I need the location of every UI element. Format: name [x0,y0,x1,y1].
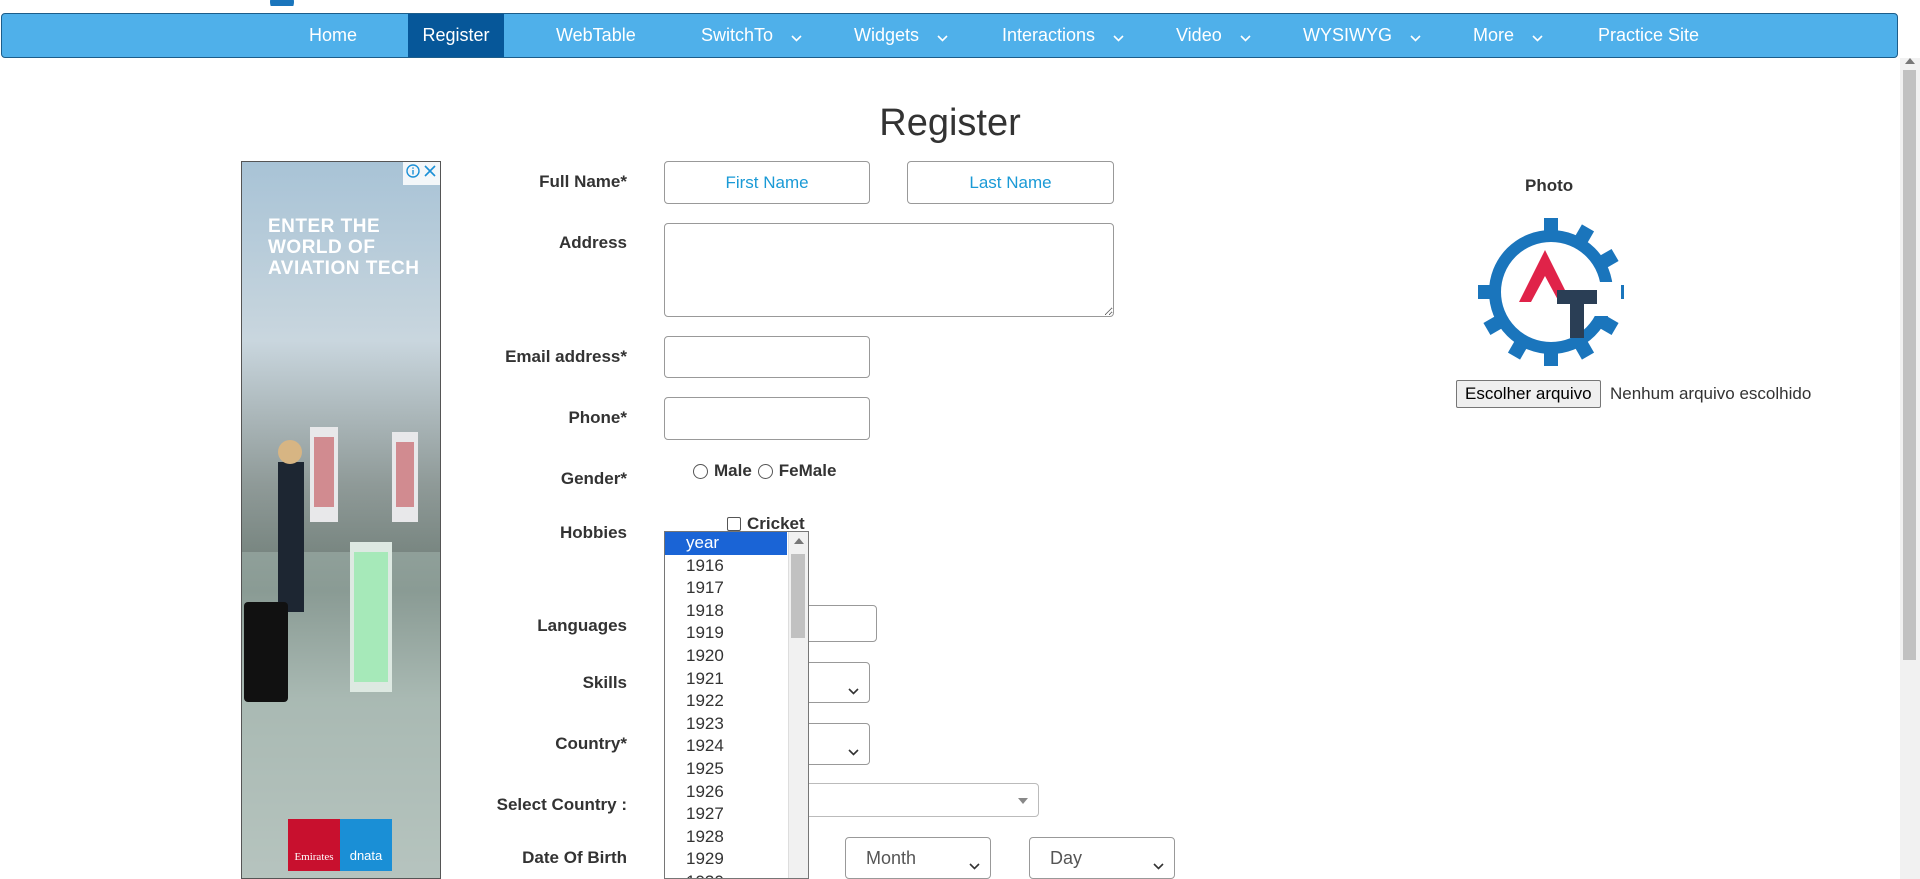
year-option[interactable]: 1917 [665,577,787,600]
nav-switchto-label: SwitchTo [701,25,774,45]
chevron-down-icon [791,15,802,58]
page-scroll-thumb[interactable] [1903,70,1916,660]
ad-scene-image [242,427,440,878]
first-name-input[interactable] [664,161,870,204]
profile-photo-logo [1478,218,1624,366]
gender-label: Gender* [560,469,627,488]
file-status-text: Nenhum arquivo escolhido [1610,384,1812,403]
year-option[interactable]: 1923 [665,713,787,736]
chevron-down-icon [1532,15,1543,58]
chevron-down-icon [848,679,859,700]
email-label: Email address* [505,347,627,366]
nav-interactions[interactable]: Interactions [1002,14,1124,57]
full-name-label: Full Name* [539,172,627,191]
chevron-down-icon [1153,854,1164,875]
site-logo-icon [266,0,298,6]
chevron-down-icon [937,15,948,58]
nav-more-label: More [1473,25,1515,45]
nav-webtable-label: WebTable [556,25,636,45]
nav-widgets[interactable]: Widgets [854,14,948,57]
country-label: Country* [555,734,627,753]
address-textarea[interactable] [664,223,1114,317]
choose-file-button[interactable]: Escolher arquivo [1456,380,1601,408]
nav-practice-site[interactable]: Practice Site [1598,14,1699,57]
year-option[interactable]: 1928 [665,826,787,849]
gender-male-label: Male [714,461,752,480]
hobby-cricket-checkbox[interactable] [727,517,741,531]
year-option[interactable]: 1925 [665,758,787,781]
nav-video-label: Video [1176,25,1222,45]
last-name-input[interactable] [907,161,1114,204]
nav-register[interactable]: Register [408,14,504,57]
phone-input[interactable] [664,397,870,440]
nav-wysiwyg-label: WYSIWYG [1303,25,1392,45]
nav-home-label: Home [309,25,358,45]
page-title: Register [879,102,1021,144]
dob-day-value: Day [1050,847,1083,868]
gender-female-radio[interactable] [757,463,773,479]
chevron-down-icon [1113,15,1124,58]
nav-home[interactable]: Home [309,14,357,57]
phone-label: Phone* [568,408,627,427]
nav-more[interactable]: More [1473,14,1543,57]
nav-switchto[interactable]: SwitchTo [701,14,802,57]
nav-widgets-label: Widgets [854,25,920,45]
chevron-down-icon [1410,15,1421,58]
gender-male-radio[interactable] [693,463,708,479]
dob-day-select[interactable]: Day [1029,837,1175,879]
select-country-label: Select Country : [496,795,627,814]
year-option[interactable]: 1920 [665,645,787,668]
nav-webtable[interactable]: WebTable [556,14,636,57]
skills-label: Skills [582,673,627,692]
year-option[interactable]: 1927 [665,803,787,826]
year-option[interactable]: year [665,532,787,555]
email-input[interactable] [664,336,870,378]
photo-label: Photo [1525,176,1574,195]
dob-month-value: Month [866,847,917,868]
nav-video[interactable]: Video [1176,14,1251,57]
year-option[interactable]: 1918 [665,600,787,623]
year-option[interactable]: 1924 [665,735,787,758]
year-option[interactable]: 1921 [665,668,787,691]
year-dropdown-list[interactable]: year 1916 1917 1918 1919 1920 1921 1922 … [664,531,809,879]
gender-options: Male FeMale [693,461,836,481]
dob-label: Date Of Birth [522,848,627,867]
nav-wysiwyg[interactable]: WYSIWYG [1303,14,1421,57]
caret-down-icon [1018,798,1028,804]
gender-female-label: FeMale [778,461,837,480]
ad-banner[interactable]: ENTER THE WORLD OF AVIATION TECH Emirate… [241,161,441,879]
dnata-logo: dnata [340,819,392,871]
ad-logos: Emirates dnata [288,819,392,871]
chevron-down-icon [969,854,980,875]
year-option[interactable]: 1926 [665,781,787,804]
chevron-down-icon [848,740,859,761]
main-navbar: Home Register WebTable SwitchTo Widgets … [1,13,1898,58]
chevron-down-icon [1240,15,1251,58]
year-option[interactable]: 1930 [665,871,787,878]
year-list-scroll-thumb[interactable] [791,554,805,638]
emirates-logo: Emirates [288,819,340,871]
scroll-up-arrow-icon[interactable] [1905,58,1915,64]
nav-interactions-label: Interactions [1002,25,1096,45]
page-scrollbar[interactable] [1900,58,1920,879]
dob-month-select[interactable]: Month [845,837,991,879]
scroll-up-arrow-icon[interactable] [794,538,804,544]
year-option[interactable]: 1916 [665,555,787,578]
year-option[interactable]: 1929 [665,848,787,871]
nav-register-label: Register [422,25,490,45]
nav-practice-site-label: Practice Site [1598,25,1700,45]
hobbies-label: Hobbies [559,523,627,542]
languages-label: Languages [537,616,627,635]
address-label: Address [558,233,627,252]
year-option[interactable]: 1922 [665,690,787,713]
year-list-scrollbar[interactable] [788,532,808,878]
year-option[interactable]: 1919 [665,622,787,645]
